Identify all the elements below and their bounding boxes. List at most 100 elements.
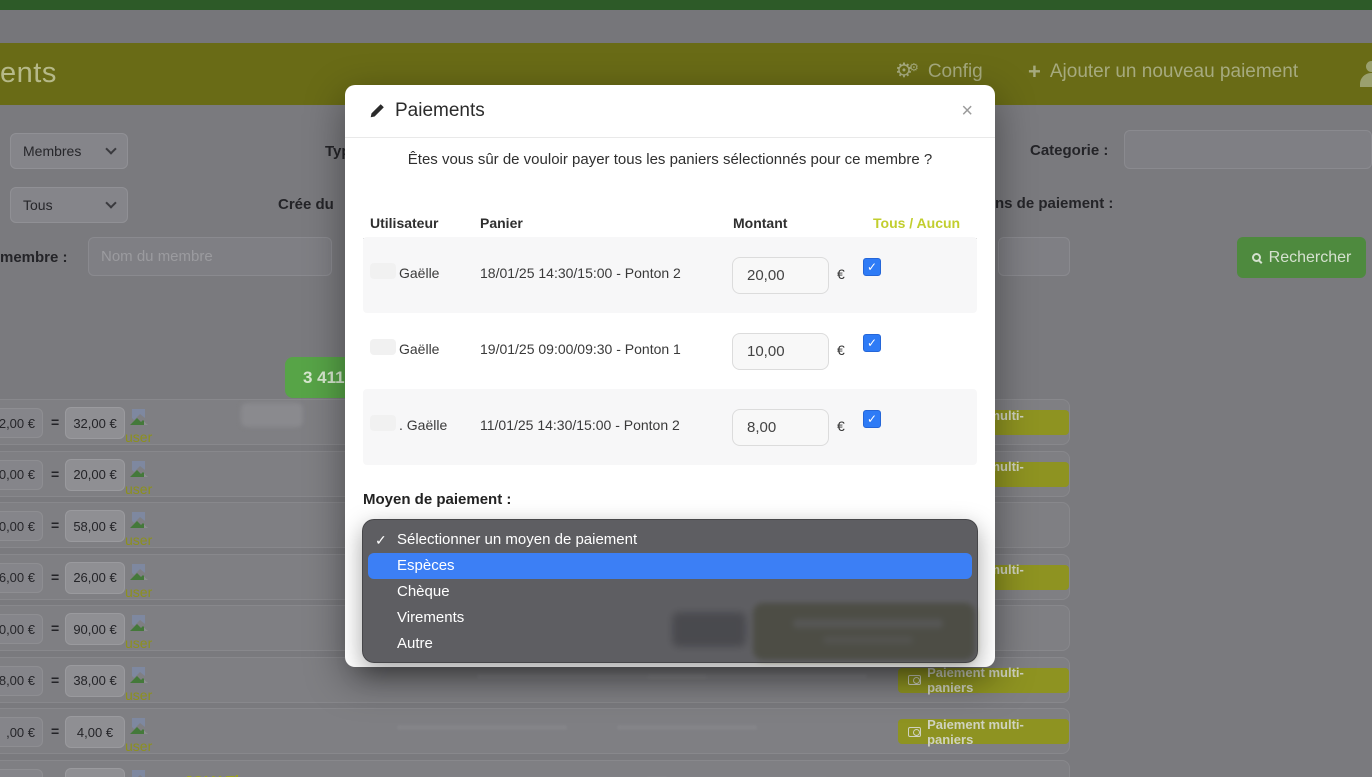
member-name-input[interactable] bbox=[88, 237, 332, 276]
payment-method-dropdown: ✓ Sélectionner un moyen de paiement Espè… bbox=[362, 519, 978, 663]
add-payment-button[interactable]: + Ajouter un nouveau paiement bbox=[1028, 61, 1298, 83]
user-link[interactable]: user bbox=[125, 738, 152, 754]
amount-original-pill: ,00 € bbox=[0, 717, 43, 747]
check-icon: ✓ bbox=[375, 527, 387, 553]
close-icon[interactable]: × bbox=[961, 101, 973, 121]
equals-sign: = bbox=[51, 414, 59, 430]
dropdown-option[interactable]: ✓ Sélectionner un moyen de paiement bbox=[363, 527, 977, 553]
dropdown-option[interactable]: Chèque bbox=[363, 579, 977, 605]
search-button[interactable]: Rechercher bbox=[1237, 237, 1366, 278]
status-select-value: Tous bbox=[23, 197, 53, 213]
members-select-value: Membres bbox=[23, 143, 81, 159]
multi-basket-payment-badge[interactable]: Paiement multi-paniers bbox=[898, 668, 1069, 693]
edit-user-icon[interactable] bbox=[128, 460, 150, 479]
payment-means-input[interactable] bbox=[998, 237, 1070, 276]
banknote-icon bbox=[908, 675, 921, 685]
edit-user-icon[interactable] bbox=[128, 614, 150, 633]
amount-paid-pill: ,00 € bbox=[65, 768, 125, 777]
column-header-amount: Montant bbox=[733, 215, 787, 231]
amount-original-pill: 0,00 € bbox=[0, 460, 43, 490]
row-checkbox[interactable]: ✓ bbox=[863, 410, 881, 428]
equals-sign: = bbox=[51, 517, 59, 533]
search-button-label: Rechercher bbox=[1269, 249, 1352, 267]
amount-original-pill: 2,00 € bbox=[0, 408, 43, 438]
user-link[interactable]: user bbox=[125, 532, 152, 548]
amount-original-pill: 8,00 € bbox=[0, 666, 43, 696]
payment-method-label: Moyen de paiement : bbox=[363, 491, 511, 508]
row-user: Gaëlle bbox=[399, 341, 439, 357]
row-basket: 18/01/25 14:30/15:00 - Ponton 2 bbox=[480, 265, 681, 281]
user-link[interactable]: user bbox=[125, 687, 152, 703]
amount-paid-pill: 90,00 € bbox=[65, 613, 125, 645]
row-user: Gaëlle bbox=[399, 265, 439, 281]
page-title: ents bbox=[0, 57, 57, 90]
dropdown-option[interactable]: Virements bbox=[363, 605, 977, 631]
user-link[interactable]: user bbox=[125, 481, 152, 497]
dropdown-option[interactable]: Autre bbox=[363, 631, 977, 657]
edit-user-icon[interactable] bbox=[128, 511, 150, 530]
equals-sign: = bbox=[51, 620, 59, 636]
user-icon[interactable] bbox=[1358, 61, 1372, 87]
chevron-down-icon bbox=[105, 143, 116, 154]
edit-user-icon[interactable] bbox=[128, 717, 150, 736]
amount-paid-pill: 26,00 € bbox=[65, 562, 125, 594]
row-basket: 11/01/25 14:30/15:00 - Ponton 2 bbox=[480, 417, 680, 433]
equals-sign: = bbox=[51, 672, 59, 688]
amount-paid-pill: 4,00 € bbox=[65, 716, 125, 748]
user-link[interactable]: user bbox=[125, 429, 152, 445]
redacted-strip bbox=[617, 725, 757, 730]
amount-paid-pill: 32,00 € bbox=[65, 407, 125, 439]
dropdown-option-highlighted[interactable]: Espèces bbox=[368, 553, 972, 579]
status-select[interactable]: Tous bbox=[10, 187, 128, 223]
payment-list-row: ,00 € = ,00 € JOLY Th bbox=[0, 760, 1070, 777]
category-label: Categorie : bbox=[1030, 142, 1108, 159]
pencil-icon bbox=[369, 103, 385, 119]
user-link[interactable]: user bbox=[125, 584, 152, 600]
amount-input[interactable] bbox=[732, 257, 829, 294]
redacted-strip bbox=[397, 725, 567, 730]
category-input[interactable] bbox=[1124, 130, 1372, 169]
currency-label: € bbox=[837, 266, 845, 282]
column-header-user: Utilisateur bbox=[370, 215, 438, 231]
amount-paid-pill: 38,00 € bbox=[65, 665, 125, 697]
search-icon bbox=[1252, 253, 1261, 262]
equals-sign: = bbox=[51, 466, 59, 482]
payments-page: ents ⚙⚙ Config + Ajouter un nouveau paie… bbox=[0, 0, 1372, 777]
amount-input[interactable] bbox=[732, 409, 829, 446]
edit-user-icon[interactable] bbox=[128, 666, 150, 685]
config-button[interactable]: ⚙⚙ Config bbox=[895, 61, 983, 83]
chevron-down-icon bbox=[105, 197, 116, 208]
amount-paid-pill: 20,00 € bbox=[65, 459, 125, 491]
payment-means-label: ns de paiement : bbox=[995, 195, 1113, 212]
row-checkbox[interactable]: ✓ bbox=[863, 258, 881, 276]
edit-user-icon[interactable] bbox=[128, 408, 150, 427]
amount-original-pill: 0,00 € bbox=[0, 614, 43, 644]
edit-user-icon[interactable] bbox=[128, 769, 150, 777]
redacted-blob bbox=[241, 403, 303, 427]
config-button-label: Config bbox=[928, 61, 983, 83]
user-link[interactable]: user bbox=[125, 635, 152, 651]
table-row: . Gaëlle 11/01/25 14:30/15:00 - Ponton 2… bbox=[363, 389, 977, 465]
edit-user-icon[interactable] bbox=[128, 563, 150, 582]
amount-paid-pill: 58,00 € bbox=[65, 510, 125, 542]
amount-input[interactable] bbox=[732, 333, 829, 370]
multi-basket-payment-badge[interactable]: Paiement multi-paniers bbox=[898, 719, 1069, 744]
row-checkbox[interactable]: ✓ bbox=[863, 334, 881, 352]
amount-original-pill: 0,00 € bbox=[0, 511, 43, 541]
created-from-label: Crée du bbox=[278, 196, 334, 213]
table-row: Gaëlle 18/01/25 14:30/15:00 - Ponton 2 €… bbox=[363, 237, 977, 313]
column-header-toggle-all[interactable]: Tous / Aucun bbox=[873, 215, 960, 231]
currency-label: € bbox=[837, 418, 845, 434]
table-row: Gaëlle 19/01/25 09:00/09:30 - Ponton 1 €… bbox=[363, 313, 977, 389]
member-name-link[interactable]: JOLY Th bbox=[184, 773, 244, 777]
add-payment-button-label: Ajouter un nouveau paiement bbox=[1050, 61, 1298, 83]
redacted-strip bbox=[647, 674, 867, 679]
members-select[interactable]: Membres bbox=[10, 133, 128, 169]
redacted-name bbox=[370, 339, 396, 355]
equals-sign: = bbox=[51, 569, 59, 585]
window-strip bbox=[0, 10, 1372, 43]
row-user: . Gaëlle bbox=[399, 417, 447, 433]
confirmation-text: Êtes vous sûr de vouloir payer tous les … bbox=[345, 151, 995, 168]
gears-icon: ⚙⚙ bbox=[895, 61, 919, 83]
redacted-name bbox=[370, 263, 396, 279]
